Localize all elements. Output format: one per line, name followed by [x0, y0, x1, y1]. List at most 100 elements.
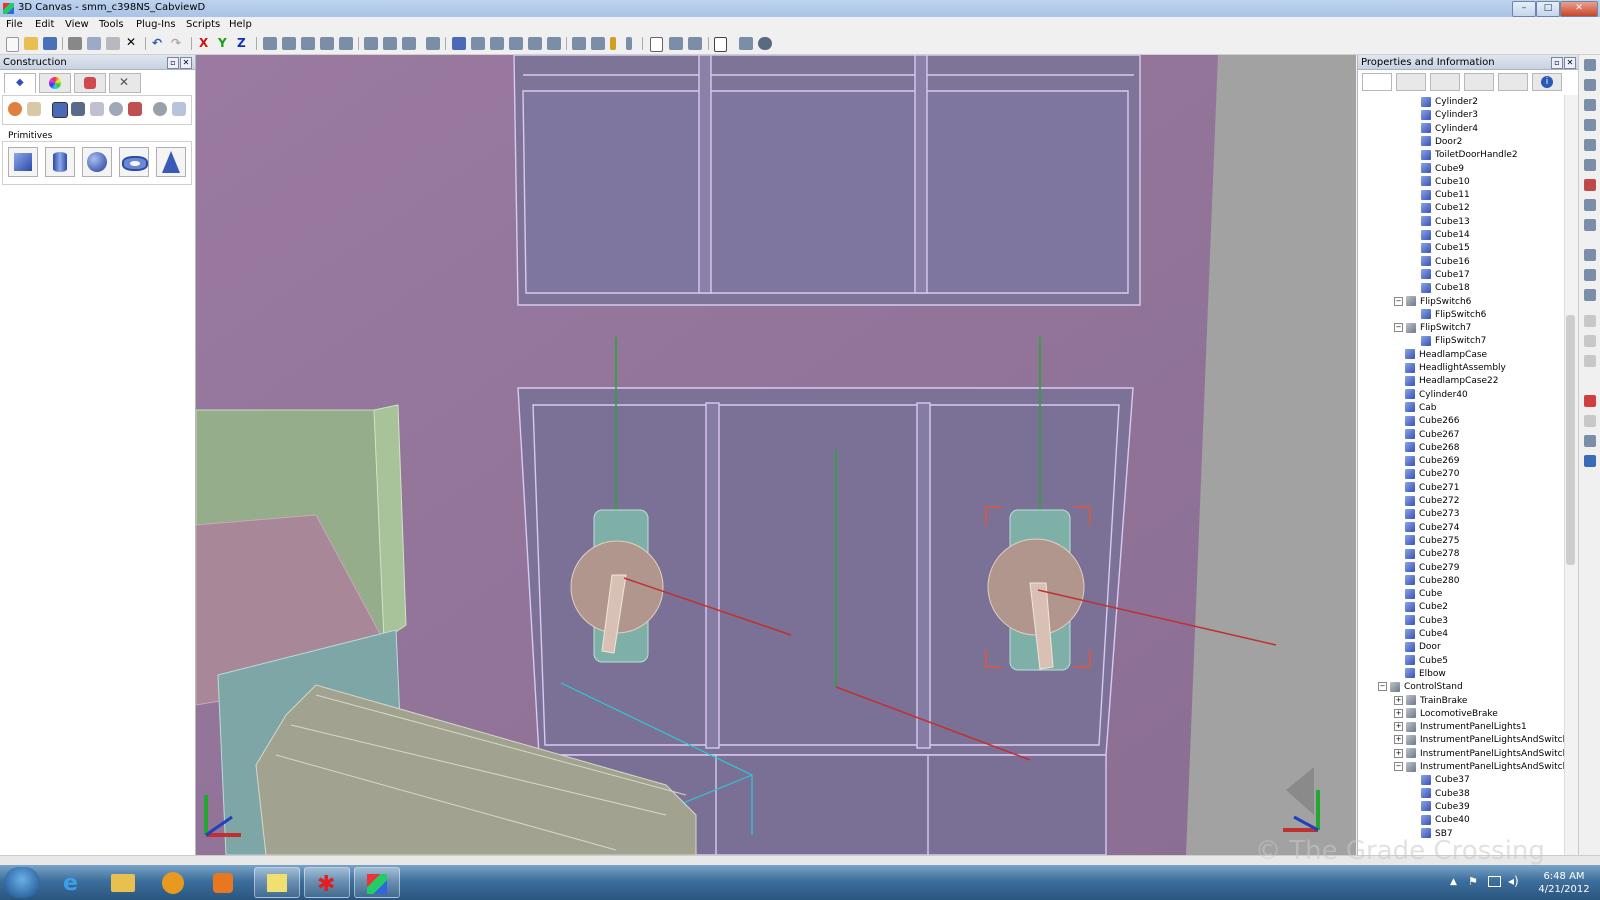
textured-icon[interactable] — [402, 37, 416, 50]
rect-select-icon[interactable] — [1584, 79, 1596, 91]
material-view-icon[interactable] — [669, 37, 683, 50]
lasso-icon[interactable] — [1584, 99, 1596, 111]
tree-item[interactable]: Cube271 — [1405, 482, 1459, 495]
tree-item[interactable]: Cube274 — [1405, 522, 1459, 535]
settings-gear-icon[interactable] — [153, 102, 167, 116]
tree-item[interactable]: FlipSwitch6 — [1421, 309, 1486, 322]
3d-viewport[interactable] — [196, 55, 1356, 855]
tree-item[interactable]: − FlipSwitch6 — [1394, 296, 1471, 309]
open-folder-icon[interactable] — [24, 37, 38, 50]
tree-item[interactable]: Cube10 — [1421, 176, 1470, 189]
grid-icon[interactable] — [572, 37, 586, 50]
material-sphere-icon[interactable] — [8, 102, 22, 116]
minimize-icon[interactable]: – — [1512, 1, 1536, 17]
tree-item[interactable]: Cube273 — [1405, 508, 1459, 521]
primitive-cube-button[interactable] — [8, 147, 38, 177]
network-icon[interactable] — [1488, 876, 1501, 887]
tree-item[interactable]: Cube14 — [1421, 229, 1470, 242]
light-object-icon[interactable] — [109, 102, 123, 116]
multi-view-icon[interactable] — [688, 37, 702, 50]
weld-icon[interactable] — [1584, 289, 1596, 301]
tree-item[interactable]: + InstrumentPanelLightsAndSwitch1 — [1394, 734, 1564, 747]
paste-icon[interactable] — [106, 37, 120, 50]
tree-item[interactable]: Cube38 — [1421, 788, 1470, 801]
tree-item[interactable]: Cube279 — [1405, 562, 1459, 575]
collapse-icon[interactable]: − — [1394, 323, 1403, 333]
tab-selection[interactable] — [1498, 73, 1528, 91]
draw-line-icon[interactable] — [547, 37, 561, 50]
tab-object-properties[interactable] — [1396, 73, 1426, 91]
select-icon[interactable] — [426, 37, 440, 50]
tree-item[interactable]: Cube267 — [1405, 429, 1459, 442]
tree-item[interactable]: Cube18 — [1421, 282, 1470, 295]
tab-info[interactable]: i — [1532, 73, 1562, 91]
cut-icon[interactable] — [68, 37, 82, 50]
tree-item[interactable]: Cylinder3 — [1421, 109, 1478, 122]
object-icon[interactable] — [452, 37, 466, 50]
y-axis-button[interactable]: Y — [218, 36, 227, 50]
tree-item[interactable]: Cube13 — [1421, 216, 1470, 229]
menu-scripts[interactable]: Scripts — [186, 19, 220, 30]
group-object-icon[interactable] — [128, 102, 142, 116]
primitive-cylinder-button[interactable] — [45, 147, 75, 177]
pen-icon[interactable] — [1584, 199, 1596, 211]
edge-icon[interactable] — [471, 37, 485, 50]
pencil-icon[interactable] — [610, 37, 616, 50]
delete-icon[interactable]: ✕ — [126, 35, 136, 49]
tree-item[interactable]: HeadlightAssembly — [1405, 362, 1506, 375]
tab-scene-tree[interactable] — [1362, 73, 1392, 91]
primitive-sphere-button[interactable] — [82, 147, 112, 177]
menu-edit[interactable]: Edit — [35, 19, 54, 30]
tree-item[interactable]: − FlipSwitch7 — [1394, 322, 1471, 335]
tree-item[interactable]: + InstrumentPanelLights1 — [1394, 721, 1527, 734]
render-icon[interactable] — [739, 37, 753, 50]
layers-icon[interactable] — [1584, 455, 1596, 467]
tree-item[interactable]: Cube3 — [1405, 615, 1448, 628]
volume-icon[interactable]: ◂) — [1508, 874, 1519, 888]
tree-item[interactable]: Cube270 — [1405, 468, 1459, 481]
tree-item[interactable]: Cube40 — [1421, 814, 1470, 827]
ruler-icon[interactable] — [591, 37, 605, 50]
tree-item[interactable]: − ControlStand — [1378, 681, 1463, 694]
tree-item[interactable]: ToiletDoorHandle2 — [1421, 149, 1518, 162]
collapse-icon[interactable]: − — [1394, 762, 1403, 771]
tree-item[interactable]: Cube37 — [1421, 774, 1470, 787]
action-center-flag-icon[interactable]: ⚑ — [1468, 875, 1478, 888]
redo-icon[interactable]: ↷ — [171, 36, 181, 50]
light-icon[interactable] — [528, 37, 542, 50]
new-file-icon[interactable] — [6, 37, 19, 52]
rotate-icon[interactable] — [1584, 139, 1596, 151]
menu-plugins[interactable]: Plug-Ins — [136, 19, 176, 30]
taskbar-3d-canvas[interactable] — [354, 867, 400, 898]
expand-icon[interactable]: + — [1394, 748, 1403, 758]
camera-icon[interactable] — [509, 37, 523, 50]
panel-close-icon[interactable]: ✕ — [1564, 57, 1576, 69]
menu-tools[interactable]: Tools — [99, 19, 124, 30]
expand-icon[interactable]: + — [1394, 695, 1403, 705]
expand-icon[interactable]: + — [1394, 708, 1403, 718]
collapse-icon[interactable]: − — [1394, 296, 1403, 306]
cube-object-icon[interactable] — [52, 102, 68, 118]
primitive-torus-button[interactable] — [119, 147, 149, 177]
tab-materials[interactable] — [1464, 73, 1494, 91]
taskbar-media-player[interactable] — [200, 867, 246, 898]
start-button[interactable] — [4, 867, 40, 898]
tab-construction[interactable]: ◆ — [4, 73, 36, 93]
pointer-icon[interactable] — [1584, 59, 1596, 71]
tree-item[interactable]: HeadlampCase22 — [1405, 375, 1499, 388]
panel-pin-icon[interactable]: ▫ — [1551, 57, 1563, 69]
taskbar-sticky-notes[interactable] — [254, 867, 300, 898]
tree-item[interactable]: − InstrumentPanelLightsAndSwitch3 — [1394, 761, 1564, 774]
scale-icon[interactable] — [1584, 159, 1596, 171]
expand-icon[interactable]: + — [1394, 722, 1403, 732]
panel-pin-icon[interactable]: ▫ — [167, 57, 179, 69]
tree-item[interactable]: Cube15 — [1421, 242, 1470, 255]
taskbar-internet-explorer[interactable]: e — [50, 867, 96, 898]
collapse-icon[interactable]: − — [1378, 682, 1387, 692]
tree-item[interactable]: Door2 — [1421, 136, 1462, 149]
tree-item[interactable]: Cube11 — [1421, 189, 1470, 202]
close-icon[interactable]: ✕ — [1560, 1, 1598, 17]
tree-item[interactable]: Cylinder40 — [1405, 389, 1468, 402]
extrude-icon[interactable] — [1584, 249, 1596, 261]
expand-icon[interactable]: + — [1394, 735, 1403, 745]
